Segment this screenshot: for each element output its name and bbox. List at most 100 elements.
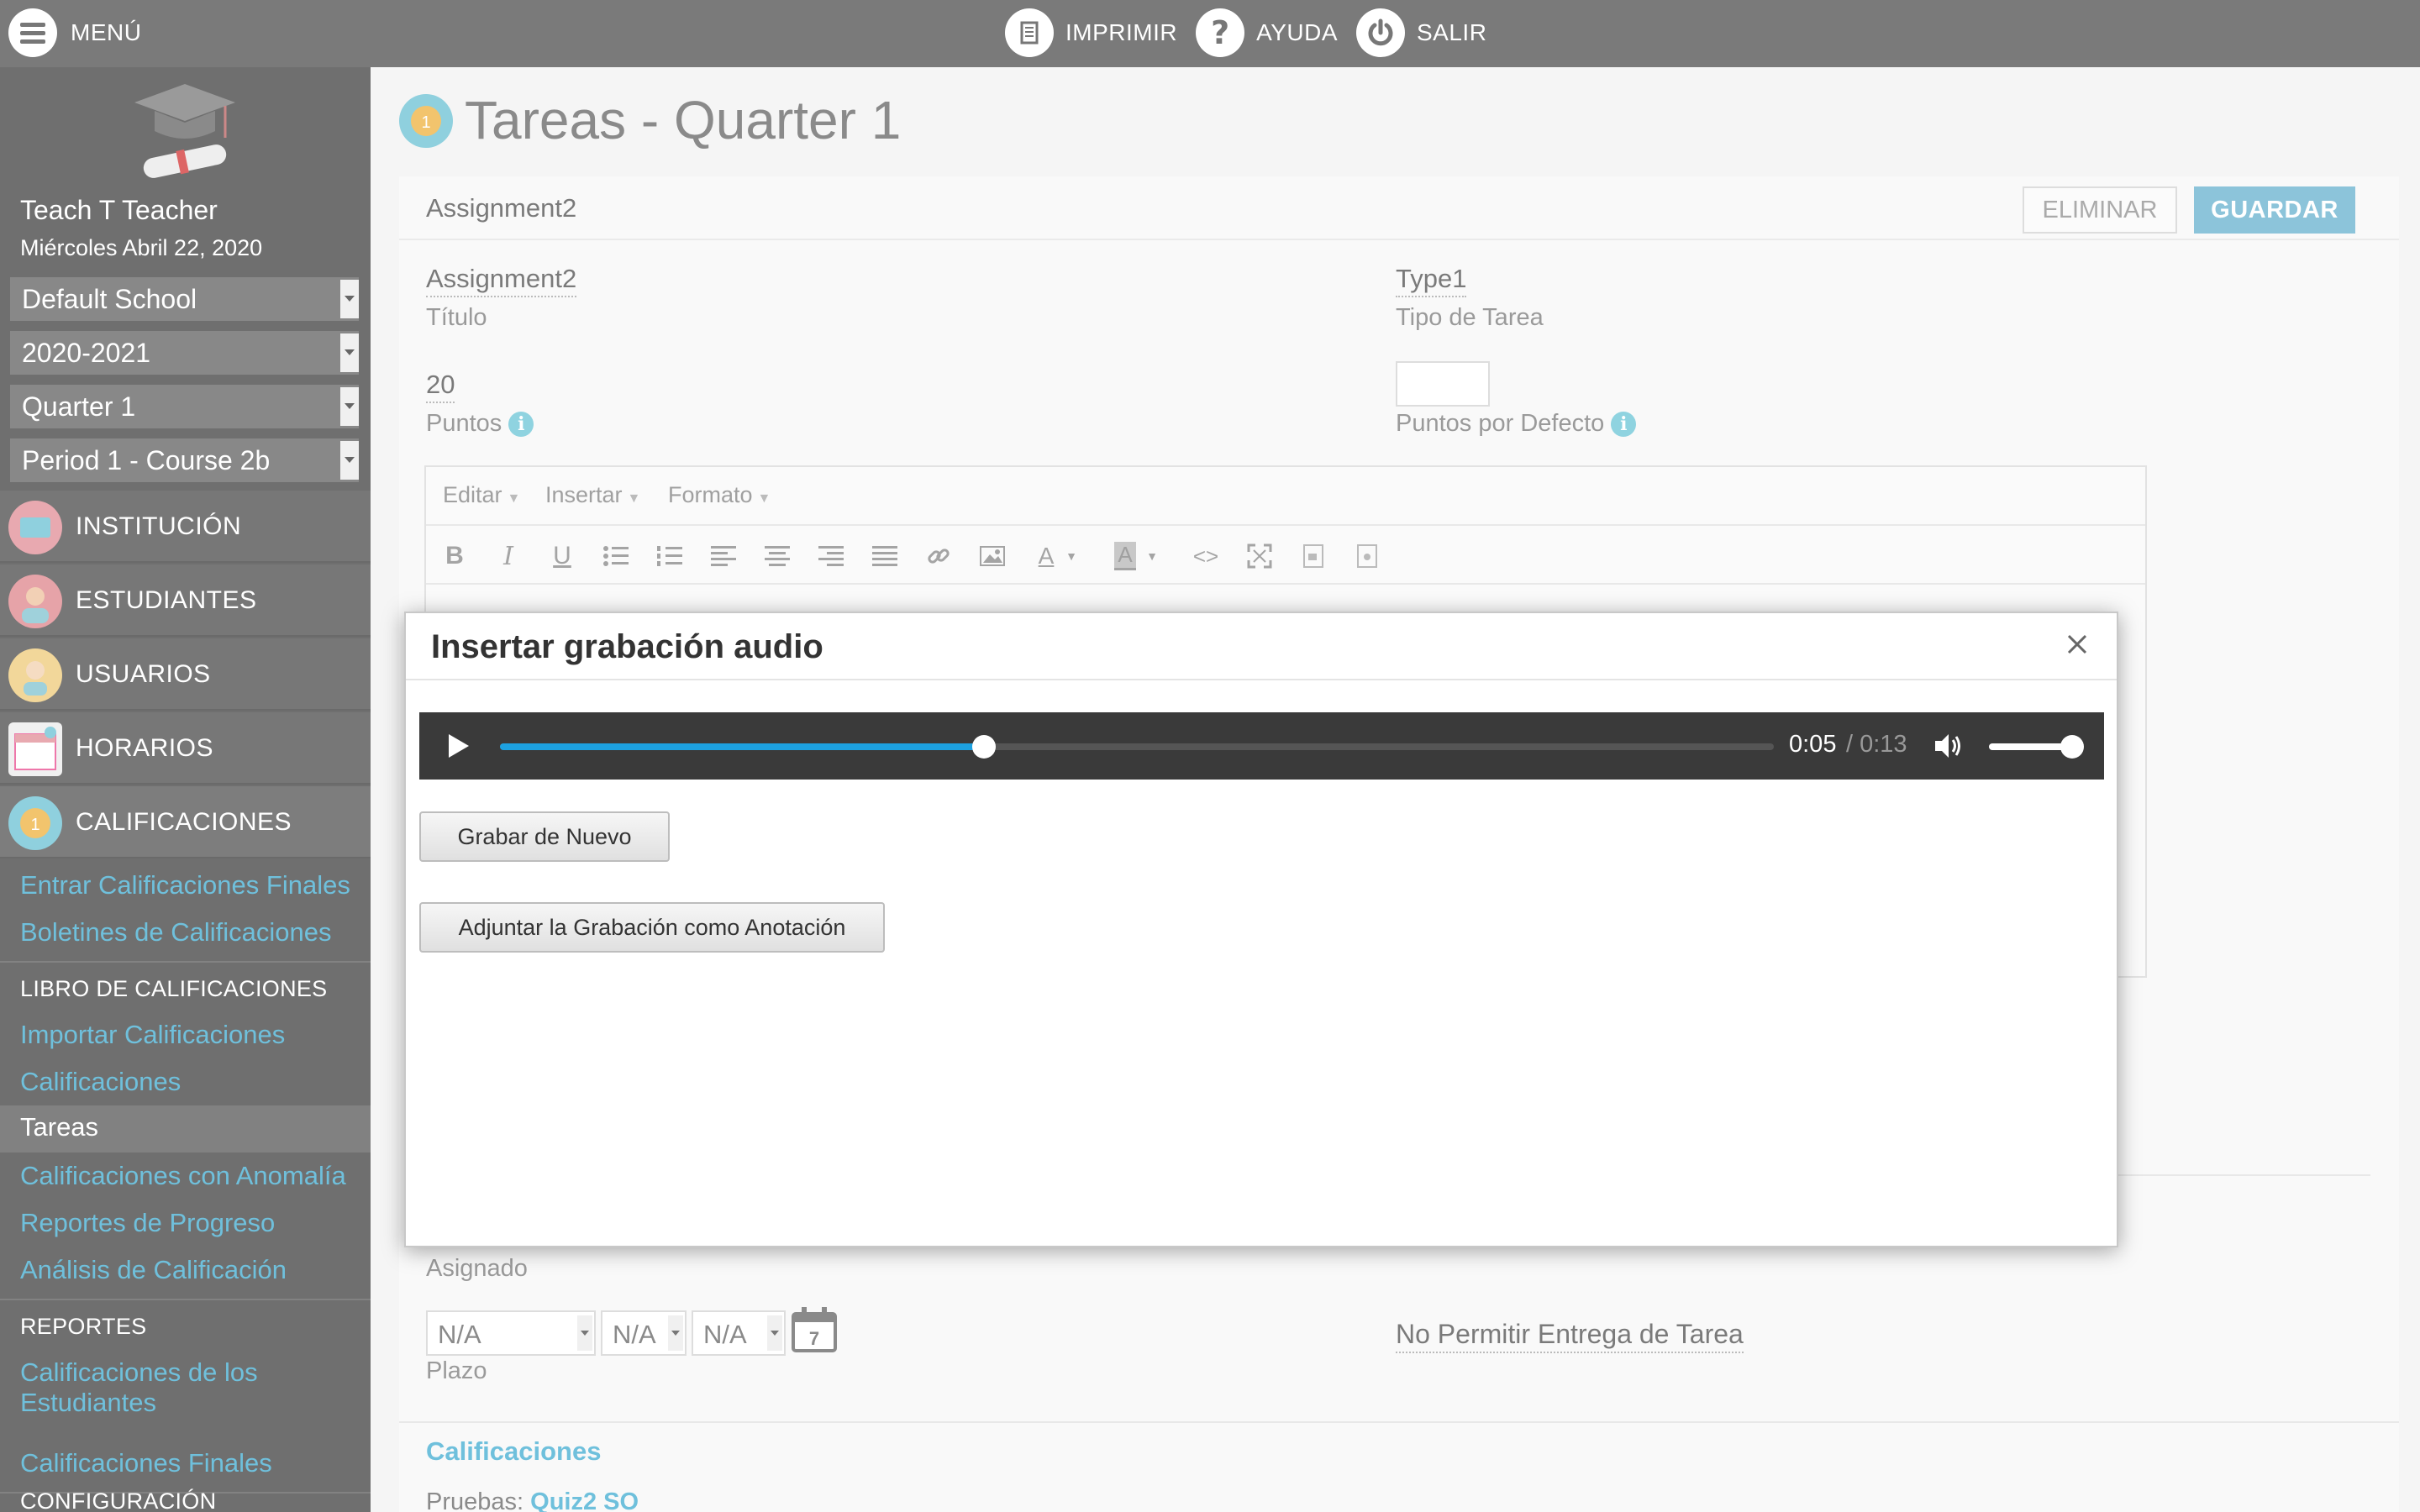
- grades-section-link[interactable]: Calificaciones: [426, 1436, 601, 1467]
- no-submission-toggle[interactable]: No Permitir Entrega de Tarea: [1396, 1319, 1744, 1353]
- delete-button[interactable]: ELIMINAR: [2023, 186, 2177, 234]
- seek-bar[interactable]: [500, 735, 1774, 759]
- chevron-down-icon: [767, 1315, 782, 1351]
- page-title: Tareas - Quarter 1: [465, 90, 902, 150]
- chevron-down-icon: [577, 1315, 592, 1351]
- dialog-title: Insertar grabación audio: [431, 628, 823, 665]
- audio-player: 0:05 / 0:13: [419, 712, 2104, 780]
- due-year-value: N/A: [703, 1320, 747, 1349]
- record-again-button[interactable]: Grabar de Nuevo: [419, 811, 670, 862]
- nav-students[interactable]: ESTUDIANTES: [0, 564, 371, 637]
- editor-menu-format[interactable]: Formato ▼: [668, 482, 771, 508]
- chevron-down-icon: [340, 280, 359, 318]
- sidebar-link-final-grades-entry[interactable]: Entrar Calificaciones Finales: [20, 870, 350, 900]
- divider: [399, 1421, 2399, 1423]
- numbered-list-icon[interactable]: [651, 538, 688, 575]
- quarter-select[interactable]: Quarter 1: [10, 385, 359, 428]
- assigned-label: Asignado: [426, 1255, 528, 1282]
- svg-text:1: 1: [30, 816, 39, 834]
- caret-down-icon[interactable]: ▼: [1142, 538, 1162, 575]
- play-button[interactable]: [439, 727, 476, 764]
- sidebar-link-progress-reports[interactable]: Reportes de Progreso: [20, 1208, 275, 1238]
- chevron-down-icon: [668, 1315, 683, 1351]
- link-icon[interactable]: [920, 538, 957, 575]
- exit-button[interactable]: SALIR: [1356, 8, 1486, 57]
- sidebar-link-final-grades[interactable]: Calificaciones Finales: [20, 1448, 272, 1478]
- due-month-select[interactable]: N/A: [426, 1310, 596, 1356]
- italic-icon[interactable]: I: [490, 538, 527, 575]
- save-button[interactable]: GUARDAR: [2194, 186, 2355, 234]
- points-field[interactable]: 20: [426, 370, 455, 403]
- sidebar-link-student-grades[interactable]: Calificaciones de los Estudiantes: [20, 1357, 297, 1418]
- fullscreen-icon[interactable]: [1241, 538, 1278, 575]
- info-icon[interactable]: i: [508, 412, 534, 438]
- editor-toolbar: B I U A ▼ A ▼ <>: [426, 528, 2145, 585]
- nav-institution[interactable]: INSTITUCIÓN: [0, 491, 371, 563]
- nav-schedule[interactable]: HORARIOS: [0, 712, 371, 785]
- sidebar-link-import-grades[interactable]: Importar Calificaciones: [20, 1020, 285, 1050]
- calendar-icon[interactable]: 7: [791, 1305, 838, 1354]
- caret-down-icon: ▼: [627, 491, 641, 506]
- help-label: AYUDA: [1256, 19, 1338, 45]
- type-field[interactable]: Type1: [1396, 264, 1467, 297]
- code-icon[interactable]: <>: [1187, 538, 1224, 575]
- nav-label: ESTUDIANTES: [76, 586, 257, 614]
- top-actions: IMPRIMIR ? AYUDA SALIR: [1005, 7, 1505, 59]
- sidebar-link-grade-analysis[interactable]: Análisis de Calificación: [20, 1255, 287, 1285]
- due-year-select[interactable]: N/A: [692, 1310, 786, 1356]
- default-points-input[interactable]: [1396, 361, 1490, 407]
- default-points-label-row: Puntos por Defecto i: [1396, 410, 1637, 438]
- align-center-icon[interactable]: [759, 538, 796, 575]
- record-video-icon[interactable]: [1295, 538, 1332, 575]
- editor-menu-edit[interactable]: Editar ▼: [443, 482, 520, 508]
- help-button[interactable]: ? AYUDA: [1196, 8, 1338, 57]
- due-day-select[interactable]: N/A: [601, 1310, 687, 1356]
- close-icon: [2067, 634, 2087, 654]
- seek-handle[interactable]: [972, 735, 997, 759]
- sidebar: Teach T Teacher Miércoles Abril 22, 2020…: [0, 67, 371, 1512]
- underline-icon[interactable]: U: [544, 538, 581, 575]
- bold-icon[interactable]: B: [436, 538, 473, 575]
- points-label: Puntos: [426, 410, 502, 437]
- period-select[interactable]: Period 1 - Course 2b: [10, 438, 359, 482]
- power-icon: [1356, 8, 1405, 57]
- school-select[interactable]: Default School: [10, 277, 359, 321]
- sidebar-item-assignments[interactable]: Tareas: [0, 1105, 371, 1152]
- align-right-icon[interactable]: [813, 538, 850, 575]
- title-label: Título: [426, 304, 487, 331]
- attach-recording-button[interactable]: Adjuntar la Grabación como Anotación: [419, 902, 885, 953]
- info-icon[interactable]: i: [1611, 412, 1637, 438]
- year-select-value: 2020-2021: [22, 338, 151, 368]
- graduation-cap-logo: [126, 76, 244, 185]
- title-field[interactable]: Assignment2: [426, 264, 577, 297]
- text-color-icon[interactable]: A: [1028, 538, 1065, 575]
- top-bar: MENÚ IMPRIMIR ? AYUDA SALIR: [0, 0, 2420, 67]
- editor-menu-insert[interactable]: Insertar ▼: [545, 482, 640, 508]
- print-button[interactable]: IMPRIMIR: [1005, 8, 1177, 57]
- divider: [0, 1299, 371, 1300]
- nav-users[interactable]: USUARIOS: [0, 638, 371, 711]
- background-color-icon[interactable]: A: [1107, 538, 1144, 575]
- tests-row: Pruebas: Quiz2 SO: [426, 1488, 639, 1512]
- align-justify-icon[interactable]: [866, 538, 903, 575]
- close-button[interactable]: [2056, 623, 2098, 665]
- divider: [0, 961, 371, 963]
- tests-link[interactable]: Quiz2 SO: [530, 1488, 639, 1512]
- period-select-value: Period 1 - Course 2b: [22, 445, 271, 475]
- align-left-icon[interactable]: [705, 538, 742, 575]
- volume-handle[interactable]: [2060, 735, 2084, 759]
- user-name: Teach T Teacher: [20, 195, 218, 225]
- sidebar-link-anomalous-grades[interactable]: Calificaciones con Anomalía: [20, 1161, 346, 1191]
- menu-button[interactable]: MENÚ: [8, 7, 141, 59]
- menu-label: Editar: [443, 482, 502, 507]
- image-icon[interactable]: [974, 538, 1011, 575]
- sidebar-link-grades[interactable]: Calificaciones: [20, 1067, 181, 1097]
- caret-down-icon[interactable]: ▼: [1061, 538, 1081, 575]
- record-audio-icon[interactable]: [1349, 538, 1386, 575]
- bullet-list-icon[interactable]: [597, 538, 634, 575]
- menu-label: MENÚ: [71, 19, 142, 45]
- sidebar-link-report-cards[interactable]: Boletines de Calificaciones: [20, 917, 332, 948]
- volume-button[interactable]: [1930, 729, 1964, 763]
- year-select[interactable]: 2020-2021: [10, 331, 359, 375]
- nav-grades[interactable]: 1 CALIFICACIONES: [0, 786, 371, 858]
